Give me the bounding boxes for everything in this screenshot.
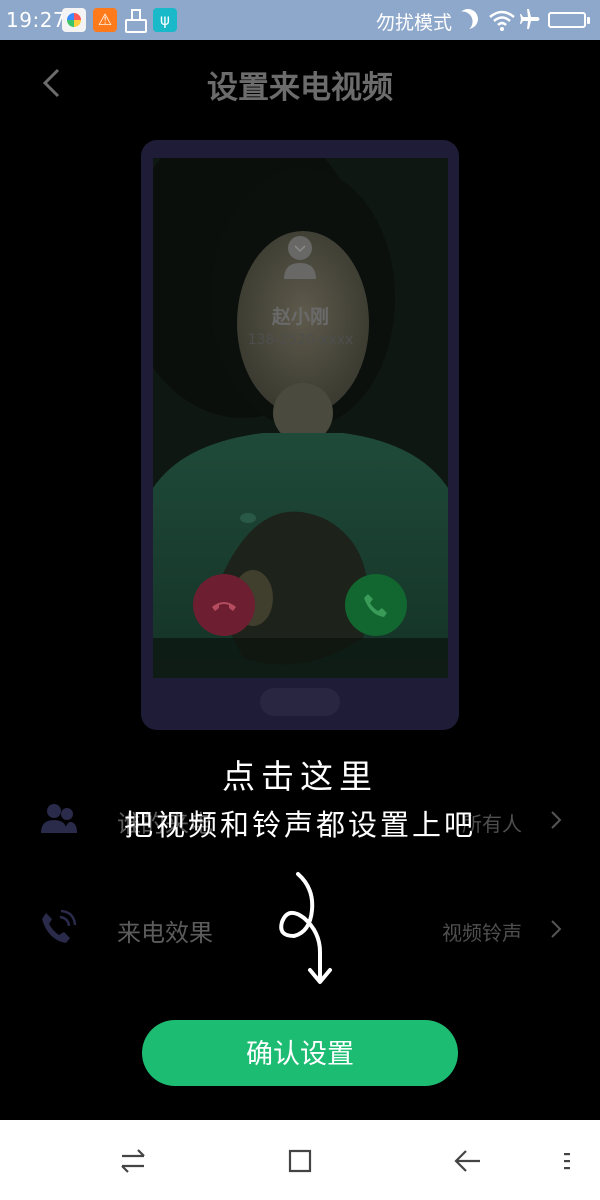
home-icon[interactable] xyxy=(283,1144,317,1178)
hint-text-line2: 把视频和铃声都设置上吧 xyxy=(123,808,476,842)
phone-ring-icon xyxy=(42,909,77,943)
menu-icon[interactable] xyxy=(558,1144,592,1178)
airplane-icon xyxy=(520,9,540,29)
navigation-bar xyxy=(0,1120,600,1200)
row-label: 来电效果 xyxy=(117,919,213,947)
status-bar: 19:27 ⚠ ψ 勿扰模式 xyxy=(0,0,600,40)
chevron-right-icon xyxy=(551,920,562,938)
wifi-icon xyxy=(489,10,515,31)
decline-call-button xyxy=(193,574,255,636)
arrow-down-icon xyxy=(279,872,332,984)
status-time: 19:27 xyxy=(6,8,67,32)
hint-text-line1: 点击这里 xyxy=(222,757,378,796)
screen: 19:27 ⚠ ψ 勿扰模式 设置来电视频 赵小刚 138-2520-xxxx … xyxy=(0,0,600,1200)
row-value: 视频铃声 xyxy=(442,921,522,945)
phone-home-button xyxy=(260,688,340,716)
header: 设置来电视频 xyxy=(0,40,600,126)
cleaner-icon xyxy=(123,8,147,33)
caller-name: 赵小刚 xyxy=(271,306,329,328)
accept-call-button xyxy=(345,574,407,636)
moon-icon xyxy=(455,6,482,33)
phone-answer-icon xyxy=(364,594,387,617)
phone-hangup-icon xyxy=(212,602,236,611)
app-store-icon xyxy=(62,8,86,32)
back-icon[interactable] xyxy=(450,1144,484,1178)
page-title: 设置来电视频 xyxy=(207,70,393,106)
switch-icon[interactable] xyxy=(116,1144,150,1178)
usb-icon: ψ xyxy=(153,8,177,32)
confirm-settings-button[interactable]: 确认设置 xyxy=(142,1020,458,1086)
caller-number: 138-2520-xxxx xyxy=(247,332,354,348)
dnd-label: 勿扰模式 xyxy=(376,12,453,34)
battery-icon xyxy=(548,12,590,28)
avatar-icon xyxy=(284,236,316,279)
warning-icon: ⚠ xyxy=(93,8,117,32)
